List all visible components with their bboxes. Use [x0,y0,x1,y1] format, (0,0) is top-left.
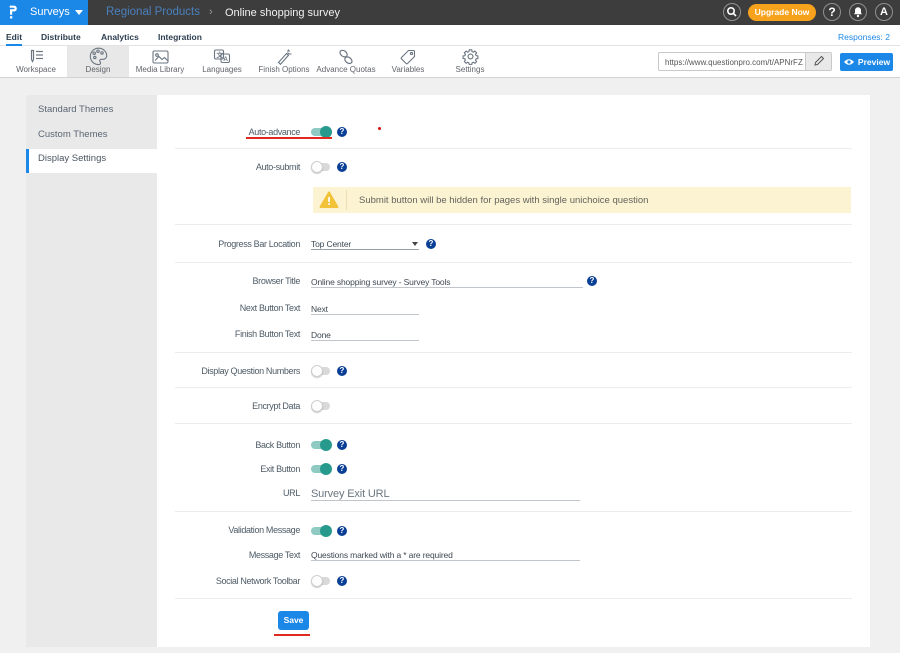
svg-text:A: A [223,56,228,63]
